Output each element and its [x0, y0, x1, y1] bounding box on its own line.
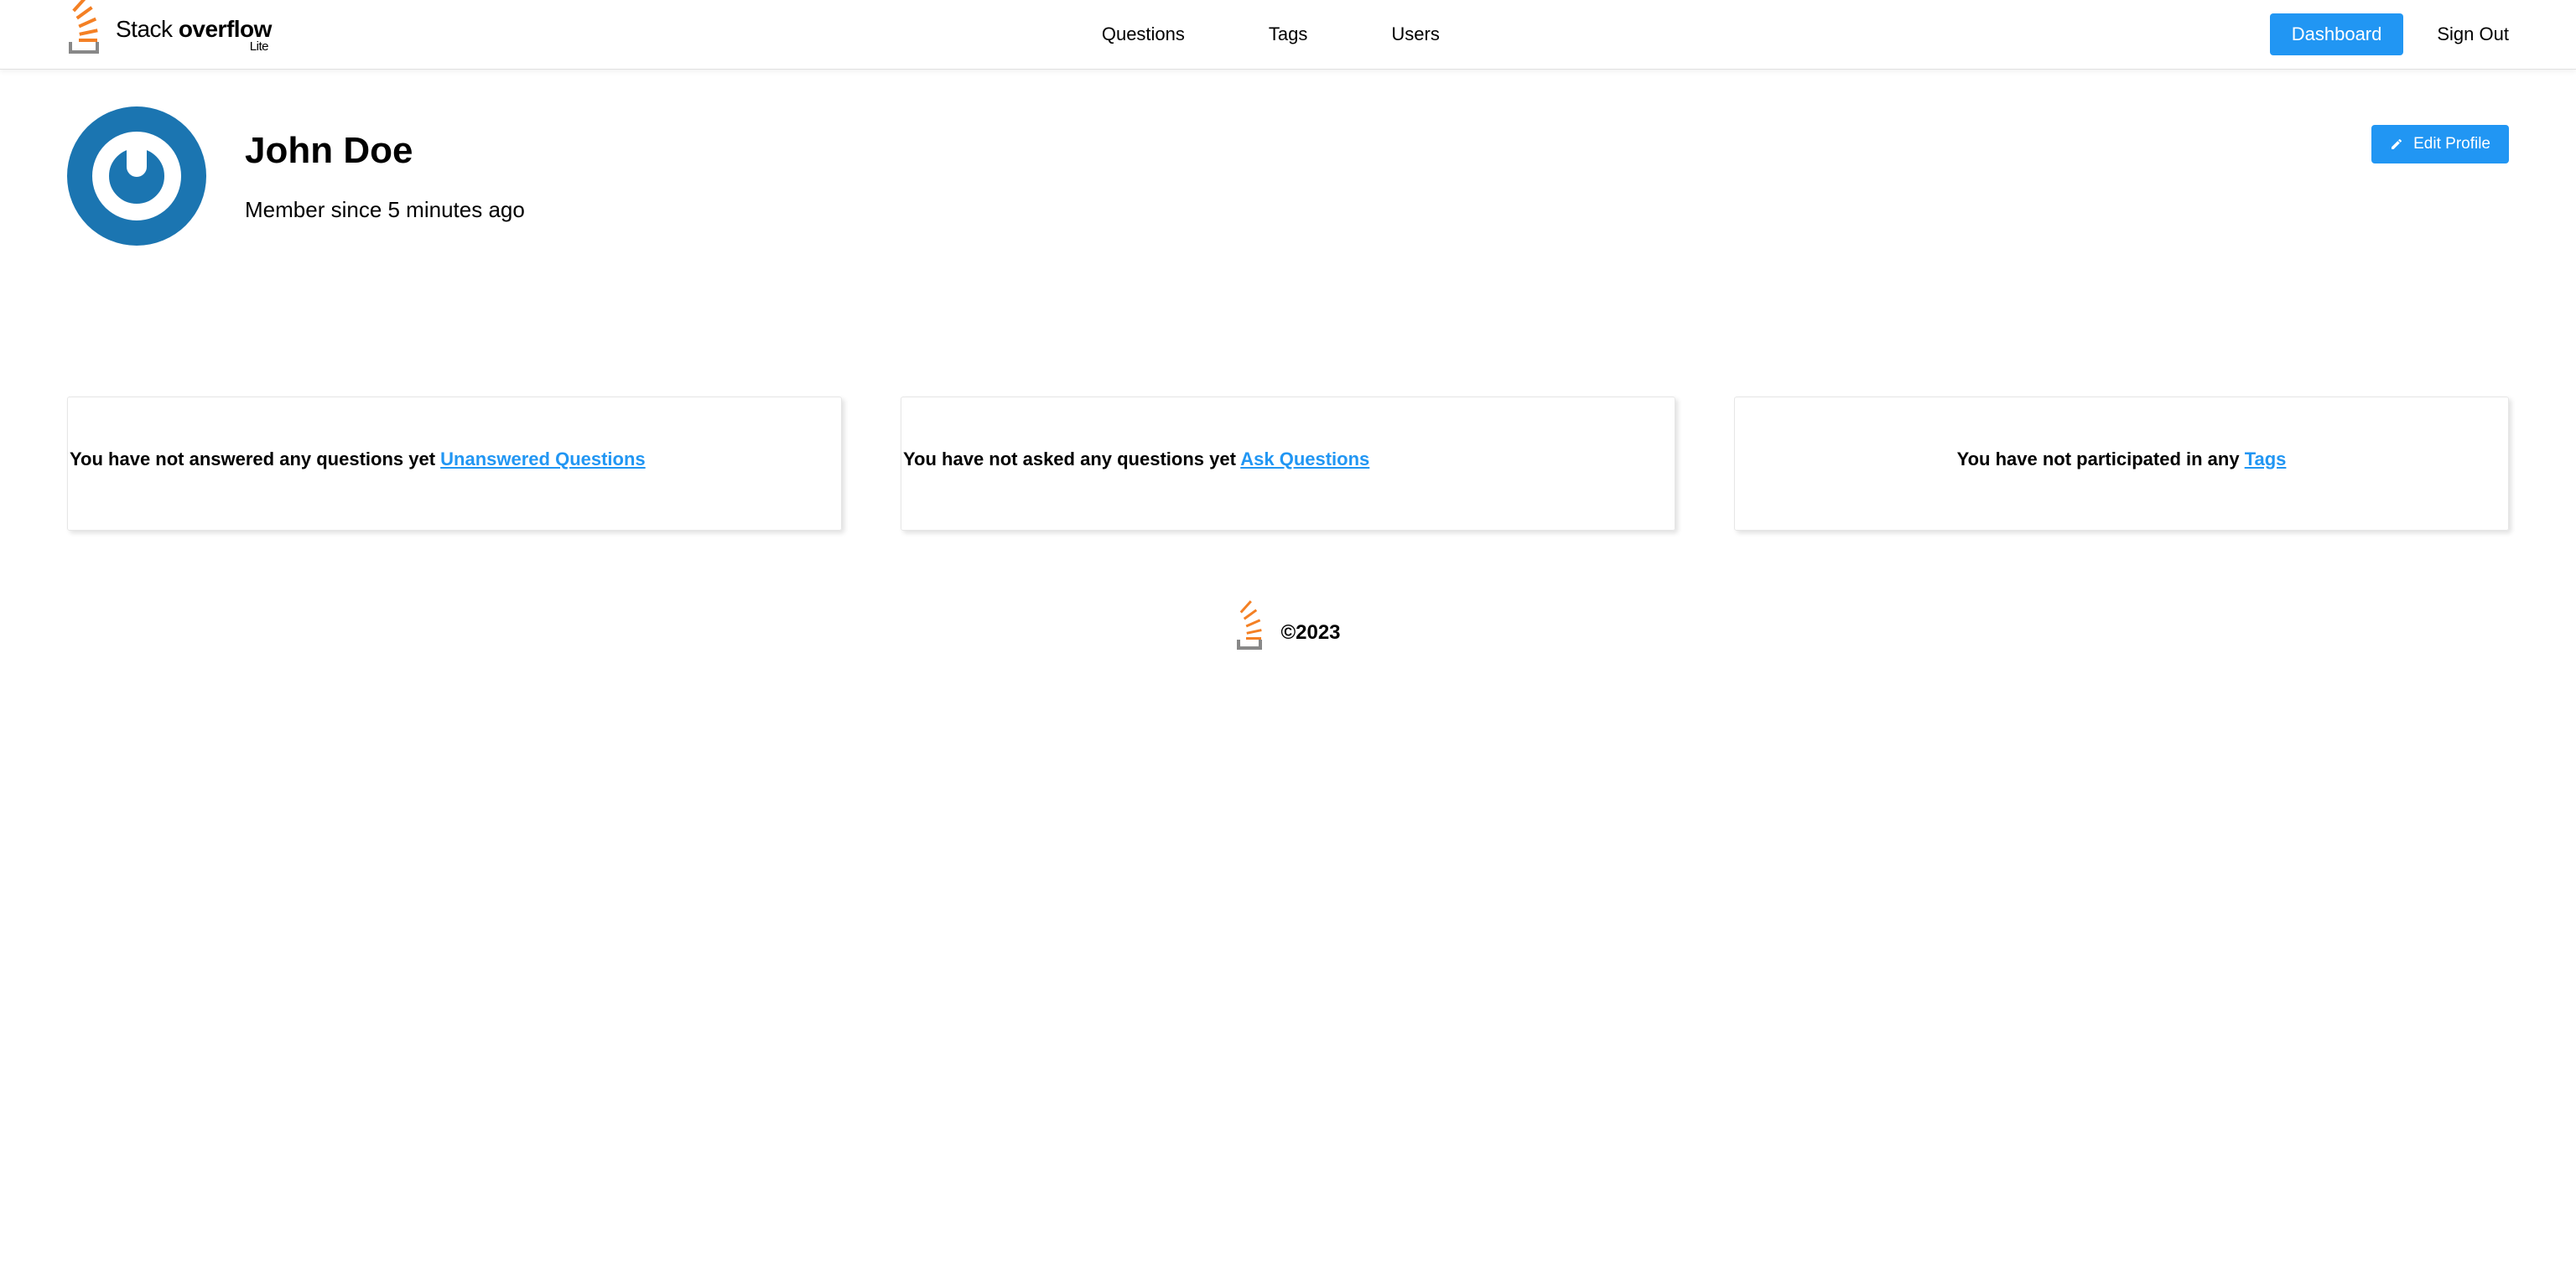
edit-profile-button[interactable]: Edit Profile — [2371, 125, 2509, 163]
site-logo[interactable]: Stack overflow Lite — [67, 13, 272, 55]
questions-card: You have not asked any questions yet Ask… — [901, 397, 1675, 531]
stackoverflow-icon — [1235, 615, 1272, 651]
signout-link[interactable]: Sign Out — [2437, 23, 2509, 45]
unanswered-questions-link[interactable]: Unanswered Questions — [440, 449, 646, 469]
profile-left: John Doe Member since 5 minutes ago — [67, 106, 525, 246]
nav-questions[interactable]: Questions — [1102, 23, 1185, 45]
profile-info: John Doe Member since 5 minutes ago — [245, 130, 525, 223]
site-footer: ©2023 — [0, 531, 2576, 668]
stackoverflow-icon — [67, 13, 109, 55]
stats-cards: You have not answered any questions yet … — [0, 246, 2576, 531]
tags-card: You have not participated in any Tags — [1734, 397, 2509, 531]
questions-card-text: You have not asked any questions yet — [903, 449, 1240, 469]
tags-link[interactable]: Tags — [2245, 449, 2287, 469]
nav-tags[interactable]: Tags — [1269, 23, 1307, 45]
logo-text: Stack overflow Lite — [116, 16, 272, 54]
copyright: ©2023 — [1280, 621, 1340, 645]
nav-users[interactable]: Users — [1391, 23, 1439, 45]
avatar — [67, 106, 206, 246]
edit-profile-label: Edit Profile — [2413, 135, 2490, 153]
tags-card-text: You have not participated in any — [1957, 449, 2245, 469]
site-header: Stack overflow Lite Questions Tags Users… — [0, 0, 2576, 70]
ask-questions-link[interactable]: Ask Questions — [1240, 449, 1369, 469]
answers-card-text: You have not answered any questions yet — [70, 449, 440, 469]
main-nav: Questions Tags Users — [1102, 23, 1440, 45]
profile-name: John Doe — [245, 130, 525, 172]
nav-right: Dashboard Sign Out — [2270, 13, 2509, 55]
profile-section: John Doe Member since 5 minutes ago Edit… — [0, 70, 2576, 246]
pencil-icon — [2390, 137, 2403, 151]
dashboard-button[interactable]: Dashboard — [2270, 13, 2404, 55]
member-since: Member since 5 minutes ago — [245, 197, 525, 223]
answers-card: You have not answered any questions yet … — [67, 397, 842, 531]
